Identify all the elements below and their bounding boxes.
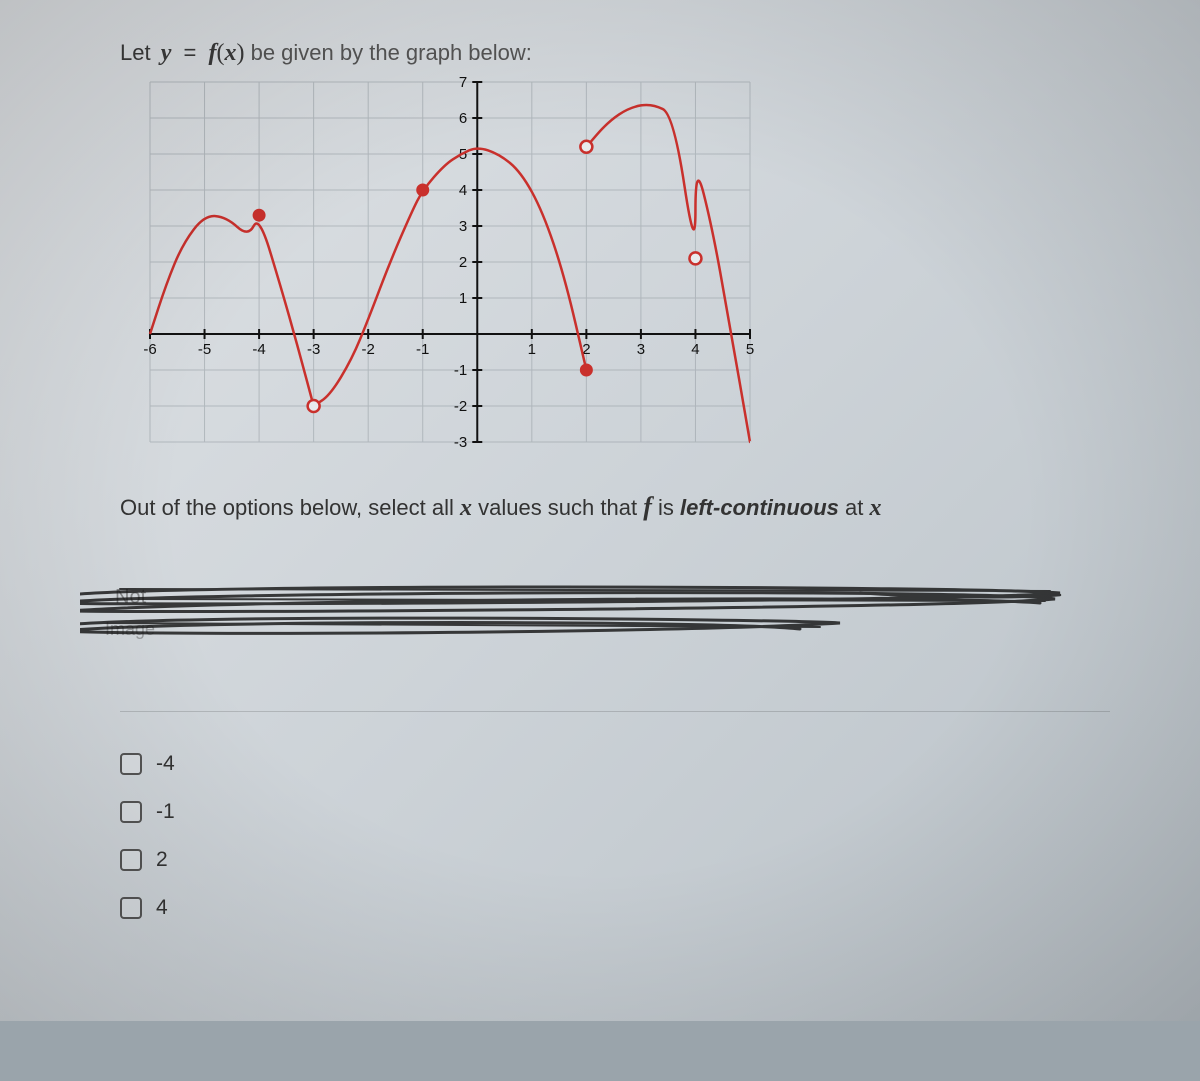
rparen: ) (236, 40, 244, 66)
q-xvar2: x (869, 495, 881, 521)
question-page: Let y = f(x) be given by the graph below… (0, 0, 1200, 1021)
svg-text:6: 6 (459, 110, 467, 127)
svg-text:-3: -3 (454, 434, 467, 451)
checkbox-icon[interactable] (120, 801, 142, 823)
svg-text:7: 7 (459, 74, 467, 91)
options-list: -4 -1 2 4 (120, 711, 1110, 934)
svg-text:4: 4 (459, 182, 467, 199)
var-y: y (161, 40, 172, 66)
option-row-0[interactable]: -4 (120, 742, 1110, 790)
svg-text:4: 4 (691, 341, 699, 358)
q-term: left-continuous (680, 495, 839, 520)
option-row-3[interactable]: 4 (120, 886, 1110, 934)
svg-text:-2: -2 (362, 341, 375, 358)
word-let: Let (120, 40, 157, 65)
svg-text:3: 3 (459, 218, 467, 235)
q-xvar: x (460, 495, 472, 521)
var-x: x (224, 40, 236, 66)
svg-text:-1: -1 (454, 362, 467, 379)
q-part4: at (839, 495, 870, 520)
q-fvar: f (643, 492, 652, 521)
redacted-note: Not Image (120, 581, 1110, 651)
svg-text:3: 3 (637, 341, 645, 358)
scribble-icon (80, 581, 1080, 656)
q-part2: values such that (472, 495, 643, 520)
svg-text:1: 1 (528, 341, 536, 358)
question-text: Out of the options below, select all x v… (120, 487, 1110, 526)
equals-sign: = (183, 40, 196, 65)
q-part3: is (652, 495, 680, 520)
checkbox-icon[interactable] (120, 753, 142, 775)
option-label: 2 (156, 848, 168, 872)
svg-text:-1: -1 (416, 341, 429, 358)
svg-text:5: 5 (746, 341, 754, 358)
svg-text:-4: -4 (252, 341, 265, 358)
svg-text:2: 2 (459, 254, 467, 271)
svg-text:1: 1 (459, 290, 467, 307)
checkbox-icon[interactable] (120, 897, 142, 919)
prompt-text: Let y = f(x) be given by the graph below… (120, 40, 1110, 67)
function-graph: -6-5-4-3-2-112345-3-2-11234567 (130, 72, 770, 462)
option-row-1[interactable]: -1 (120, 790, 1110, 838)
option-label: -4 (156, 752, 175, 776)
checkbox-icon[interactable] (120, 849, 142, 871)
option-label: -1 (156, 800, 175, 824)
chart-container: -6-5-4-3-2-112345-3-2-11234567 (130, 72, 1110, 462)
svg-text:-3: -3 (307, 341, 320, 358)
svg-text:-6: -6 (143, 341, 156, 358)
svg-text:-5: -5 (198, 341, 211, 358)
q-part1: Out of the options below, select all (120, 495, 460, 520)
option-label: 4 (156, 896, 168, 920)
option-row-2[interactable]: 2 (120, 838, 1110, 886)
svg-text:-2: -2 (454, 398, 467, 415)
prompt-tail: be given by the graph below: (251, 40, 532, 65)
